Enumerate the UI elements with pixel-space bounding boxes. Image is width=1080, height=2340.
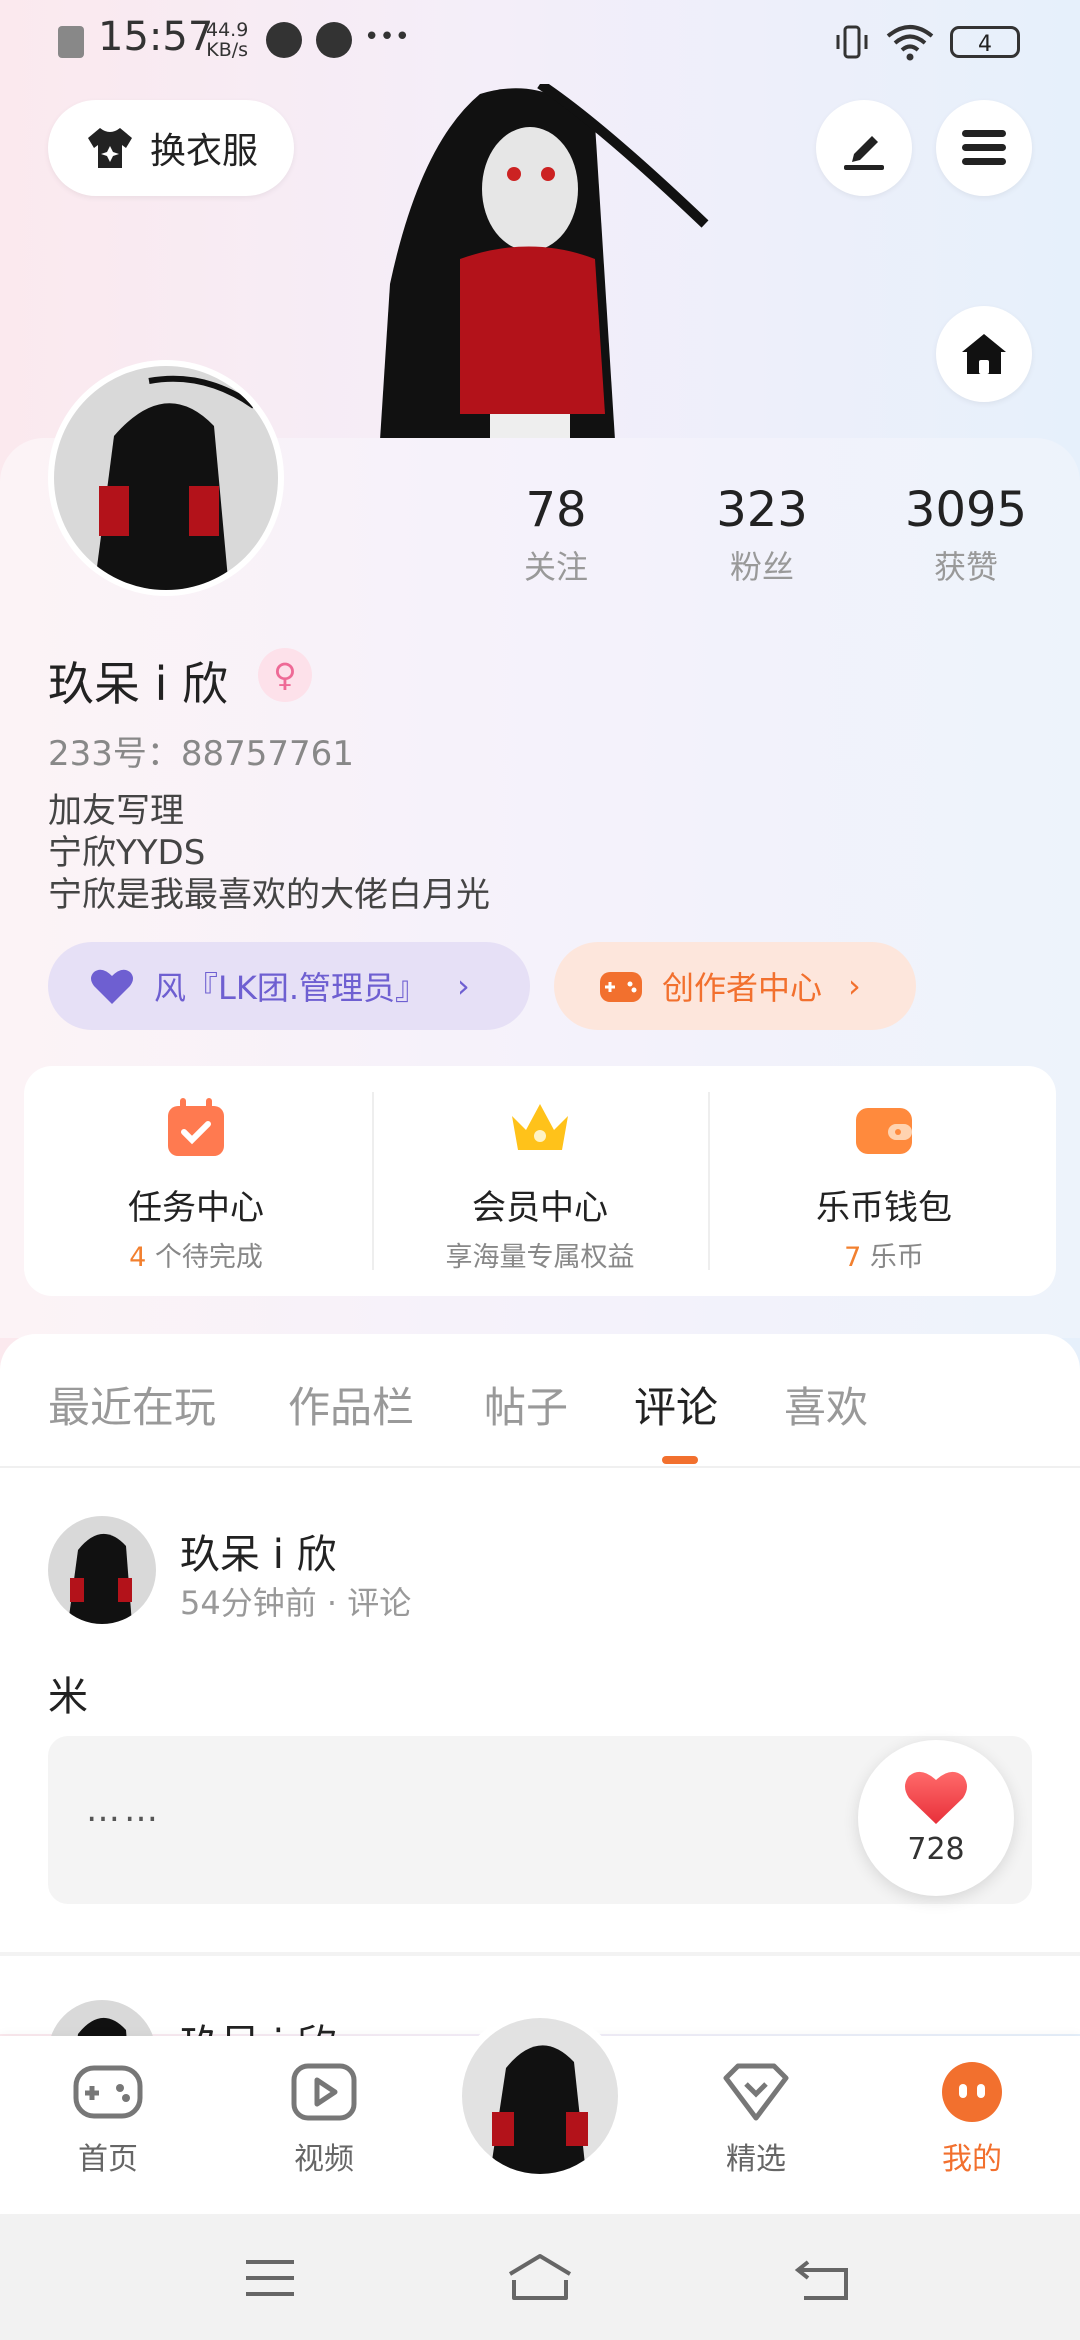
wallet-sub: 7 乐币: [844, 1242, 924, 1273]
heart-icon: [905, 1771, 967, 1824]
group-tag-label: 风『LK团.管理员』: [154, 969, 427, 1007]
house-icon: [962, 334, 1006, 374]
pen-icon: [844, 136, 884, 170]
like-count: 728: [907, 1832, 965, 1867]
stat-likes[interactable]: 3095 获赞: [886, 482, 1046, 588]
divider: [708, 1092, 710, 1270]
hamburger-icon: [962, 130, 1006, 165]
shirt-icon: [87, 128, 132, 168]
post-separator: [0, 1952, 1080, 1956]
post-text: 米: [48, 1674, 88, 1720]
tab-likes[interactable]: 喜欢: [784, 1374, 868, 1435]
nav-home[interactable]: 首页: [38, 2060, 178, 2178]
status-time: 15:57: [98, 14, 214, 60]
menu-button[interactable]: [936, 100, 1032, 196]
tab-posts[interactable]: 帖子: [484, 1374, 568, 1435]
avatar-image: [490, 2045, 588, 2174]
recent-apps-icon[interactable]: [244, 2256, 296, 2300]
vibrate-icon: [836, 25, 868, 59]
gamepad-icon: [600, 972, 642, 1002]
post-meta: 54分钟前 · 评论: [180, 1584, 412, 1622]
fans-count: 323: [716, 482, 808, 538]
status-bar: 15:57 44.9 KB/s ••• 4: [0, 0, 1080, 84]
avatar-image: [94, 375, 256, 590]
notification-icon: [58, 26, 84, 58]
edit-profile-button[interactable]: [816, 100, 912, 196]
vip-center-item[interactable]: 会员中心 享海量专属权益: [368, 1066, 712, 1296]
profile-name: 玖呆 i 欣: [48, 657, 229, 711]
profile-bio: 加友写理 宁欣YYDS 宁欣是我最喜欢的大佬白月光: [48, 790, 490, 916]
nav-home-label: 首页: [78, 2142, 138, 2177]
network-speed: 44.9 KB/s: [206, 19, 249, 61]
group-tag-button[interactable]: 风『LK团.管理员』 ›: [48, 942, 530, 1030]
tab-divider: [0, 1466, 1080, 1468]
tab-comments[interactable]: 评论: [634, 1374, 718, 1435]
battery-indicator: 4: [950, 26, 1020, 58]
smile-face-icon: [942, 2062, 1002, 2122]
task-center-item[interactable]: 任务中心 4 个待完成: [24, 1066, 368, 1296]
following-count: 78: [525, 482, 587, 538]
nav-featured-label: 精选: [726, 2142, 786, 2177]
nav-mine-label: 我的: [942, 2142, 1002, 2177]
character-banner-image: [380, 84, 709, 440]
task-center-title: 任务中心: [128, 1188, 264, 1228]
tab-works[interactable]: 作品栏: [288, 1374, 414, 1435]
change-outfit-label: 换衣服: [149, 131, 258, 172]
fans-label: 粉丝: [729, 548, 794, 586]
task-center-sub: 4 个待完成: [129, 1242, 263, 1273]
like-button[interactable]: 728: [858, 1740, 1014, 1896]
likes-count: 3095: [904, 482, 1028, 538]
creator-center-button[interactable]: 创作者中心 ›: [554, 942, 916, 1030]
content-area: [0, 1334, 1080, 2034]
heart-gem-icon: [723, 2063, 789, 2121]
bio-line: 加友写理: [48, 791, 184, 831]
post-avatar[interactable]: [48, 1516, 156, 1624]
gamepad-icon: [73, 2065, 143, 2119]
wallet-item[interactable]: 乐币钱包 7 乐币: [712, 1066, 1056, 1296]
vip-center-title: 会员中心: [472, 1188, 608, 1228]
nav-video[interactable]: 视频: [254, 2060, 394, 2178]
avatar-image: [68, 1533, 132, 1624]
feature-card: 任务中心 4 个待完成 会员中心 享海量专属权益 乐币钱包 7 乐币: [24, 1066, 1056, 1296]
bio-line: 宁欣是我最喜欢的大佬白月光: [48, 875, 490, 915]
quoted-comment-text: ……: [86, 1790, 162, 1830]
female-gender-icon: ♀: [258, 648, 312, 702]
home-room-button[interactable]: [936, 306, 1032, 402]
system-nav-bar: [0, 2214, 1080, 2340]
crown-icon: [512, 1104, 568, 1150]
nav-video-label: 视频: [294, 2142, 354, 2177]
nav-center-avatar[interactable]: [454, 2010, 626, 2182]
stat-following[interactable]: 78 关注: [476, 482, 636, 588]
video-app-icon: [266, 22, 302, 58]
video-play-icon: [291, 2063, 357, 2121]
wifi-icon: [886, 25, 934, 61]
active-tab-indicator: [662, 1456, 698, 1464]
stat-fans[interactable]: 323 粉丝: [682, 482, 842, 588]
tab-recent-play[interactable]: 最近在玩: [48, 1374, 216, 1435]
calendar-check-icon: [168, 1098, 224, 1156]
chevron-right-icon: ›: [457, 967, 470, 1005]
wallet-icon: [856, 1108, 912, 1154]
nav-mine[interactable]: 我的: [902, 2060, 1042, 2178]
home-nav-icon[interactable]: [506, 2252, 574, 2302]
likes-label: 获赞: [933, 548, 998, 586]
heart-icon: [91, 969, 133, 1004]
back-icon[interactable]: [794, 2254, 850, 2302]
change-outfit-button[interactable]: 换衣服: [48, 100, 294, 196]
post-author-name[interactable]: 玖呆 i 欣: [180, 1522, 337, 1580]
nav-featured[interactable]: 精选: [686, 2060, 826, 2178]
status-more: •••: [364, 22, 411, 52]
creator-center-label: 创作者中心: [662, 969, 823, 1007]
wallet-title: 乐币钱包: [816, 1188, 952, 1228]
chevron-right-icon: ›: [848, 967, 861, 1005]
following-label: 关注: [523, 548, 588, 586]
profile-avatar[interactable]: [48, 360, 284, 596]
speed-app-icon: [316, 22, 352, 58]
bio-line: 宁欣YYDS: [48, 833, 206, 873]
user-id: 233号：88757761: [48, 734, 354, 774]
vip-center-sub: 享海量专属权益: [445, 1242, 635, 1273]
